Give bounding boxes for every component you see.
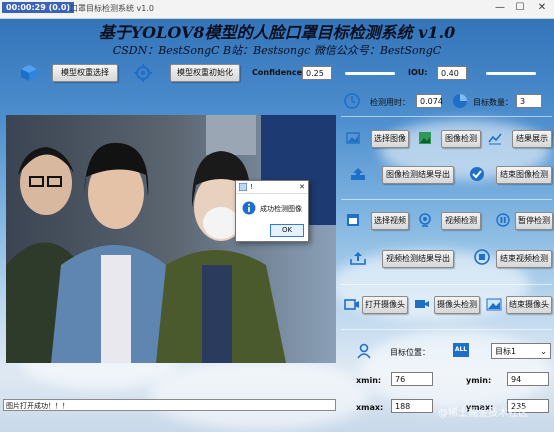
message-dialog: ! ✕ 成功检测图像 OK (235, 180, 309, 242)
model-select-button[interactable]: 模型权重选择 (52, 64, 118, 82)
finish-camera-button[interactable]: 结束摄像头 (506, 296, 552, 314)
info-icon (242, 201, 256, 215)
dialog-message: 成功检测图像 (260, 205, 302, 213)
select-image-button[interactable]: 选择图像 (371, 130, 409, 148)
window-title: 口罩目标检测系统 v1.0 (70, 4, 154, 13)
separator (341, 284, 552, 285)
dialog-titlebar: ! ✕ (236, 181, 308, 194)
maximize-button[interactable]: ☐ (510, 2, 530, 13)
app-icon (239, 183, 247, 191)
ymin-field[interactable]: 94 (507, 372, 549, 386)
export-video-results-button[interactable]: 视频检测结果导出 (382, 250, 454, 268)
xmax-label: xmax: (356, 403, 384, 412)
watermark: @稀土掘金技术社区 (438, 408, 528, 419)
title-bar: 00:00:29 (0.0) 口罩目标检测系统 v1.0 — ☐ ✕ (0, 0, 554, 19)
cube-icon (21, 65, 37, 81)
separator (341, 199, 552, 200)
webcam-icon (419, 213, 431, 227)
target-position-label: 目标位置： (390, 348, 430, 357)
close-window-button[interactable]: ✕ (532, 2, 552, 13)
pie-chart-icon (453, 94, 467, 108)
user-location-icon (357, 343, 371, 359)
upload-icon (351, 168, 365, 180)
clock-icon (344, 93, 360, 109)
image-detect-button[interactable]: 图像检测 (441, 130, 481, 148)
timestamp-badge: 00:00:29 (0.0) (2, 2, 75, 13)
open-camera-button[interactable]: 打开摄像头 (362, 296, 408, 314)
model-init-button[interactable]: 模型权重初始化 (170, 64, 240, 82)
confidence-label: Confidence: (252, 68, 306, 77)
show-results-button[interactable]: 结果展示 (512, 130, 552, 148)
image-icon (346, 132, 360, 144)
trend-icon (488, 133, 502, 145)
chevron-down-icon: ⌄ (540, 347, 547, 356)
minimize-button[interactable]: — (490, 2, 510, 13)
photo-icon (486, 298, 502, 311)
camera-detect-button[interactable]: 摄像头检测 (434, 296, 480, 314)
time-value: 0.074 (416, 94, 443, 108)
camera-icon (344, 299, 359, 310)
finish-image-detect-button[interactable]: 结束图像检测 (496, 166, 552, 184)
iou-slider[interactable] (486, 72, 536, 75)
target-select-value: 目标1 (495, 347, 517, 356)
stop-circle-icon (474, 249, 490, 265)
video-detect-button[interactable]: 视频检测 (441, 212, 481, 230)
export-image-results-button[interactable]: 图像检测结果导出 (382, 166, 454, 184)
status-bar: 图片打开成功！！！ (3, 399, 336, 411)
ymin-label: ymin: (466, 376, 492, 385)
image-detect-icon (419, 132, 431, 144)
count-value: 3 (516, 94, 542, 108)
check-circle-icon (470, 167, 484, 181)
video-file-icon (347, 214, 359, 226)
page-subtitle: CSDN：BestSongC B站：Bestsongc 微信公众号：BestSo… (112, 44, 442, 57)
time-label: 检测用时： (370, 98, 410, 107)
separator (341, 116, 552, 117)
count-label: 目标数量： (473, 98, 513, 107)
export-icon (350, 252, 366, 265)
iou-spinbox[interactable]: 0.40 (437, 66, 467, 80)
xmax-field[interactable]: 188 (391, 399, 433, 413)
pause-detect-button[interactable]: 暂停检测 (515, 212, 553, 230)
separator (341, 329, 552, 330)
select-video-button[interactable]: 选择视频 (371, 212, 409, 230)
pause-icon (496, 213, 510, 227)
iou-label: IOU: (408, 68, 428, 77)
target-select-dropdown[interactable]: 目标1 ⌄ (491, 343, 551, 359)
dialog-title: ! (250, 183, 253, 191)
confidence-spinbox[interactable]: 0.25 (302, 66, 332, 80)
xmin-field[interactable]: 76 (391, 372, 433, 386)
dialog-ok-button[interactable]: OK (270, 224, 304, 237)
all-targets-icon: ALL (453, 343, 469, 357)
page-title: 基于YOLOV8模型的人脸口罩目标检测系统 v1.0 (98, 23, 456, 42)
app-window: 00:00:29 (0.0) 口罩目标检测系统 v1.0 — ☐ ✕ 基于YOL… (0, 0, 554, 432)
target-icon (134, 64, 152, 82)
confidence-slider[interactable] (345, 72, 395, 75)
xmin-label: xmin: (356, 376, 382, 385)
finish-video-detect-button[interactable]: 结束视频检测 (496, 250, 552, 268)
dialog-close-button[interactable]: ✕ (299, 181, 305, 193)
video-camera-icon (415, 300, 429, 308)
